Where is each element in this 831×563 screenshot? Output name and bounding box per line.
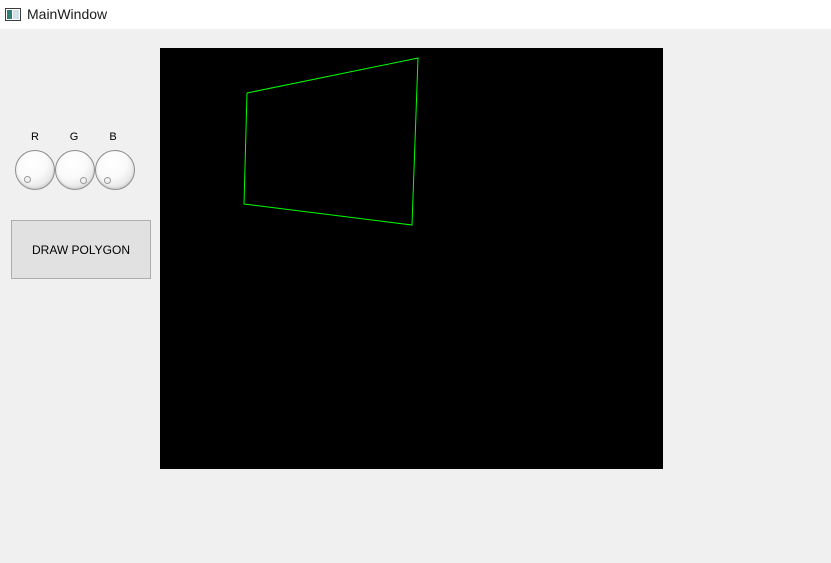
dial-knob-icon [104,177,111,184]
app-window-icon [5,8,21,21]
blue-dial[interactable] [95,150,135,190]
canvas-svg [243,57,419,226]
draw-polygon-button[interactable]: DRAW POLYGON [11,220,151,279]
dial-label-g: G [69,131,79,143]
green-dial[interactable] [55,150,95,190]
dial-label-b: B [109,131,117,143]
window-title: MainWindow [27,6,108,22]
dial-knob-icon [24,176,31,183]
red-dial[interactable] [15,150,55,190]
title-bar: MainWindow [0,0,831,29]
dial-label-r: R [31,131,39,143]
drawing-canvas[interactable] [160,48,663,469]
drawn-polygon [243,57,419,226]
dial-knob-icon [80,177,87,184]
